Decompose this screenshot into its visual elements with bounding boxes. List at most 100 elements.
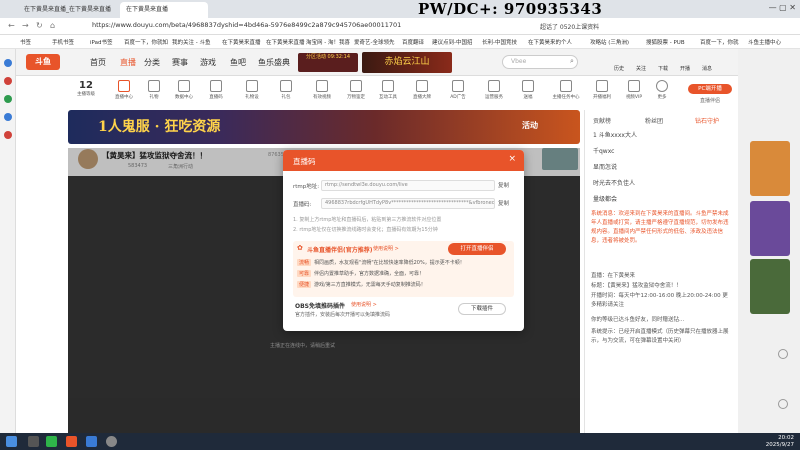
tool-stream-code[interactable]: 直播码 [198,78,234,100]
level-badge[interactable]: 12 主播等级 [68,78,104,97]
header-download[interactable]: 下载 [658,65,668,72]
bookmark[interactable]: 百度翻译 [402,38,424,46]
bookmark[interactable]: 百度一下，你就 [700,38,739,46]
nav-fishbar[interactable]: 鱼吧 [230,57,246,68]
tool-interact[interactable]: 互动工具 [370,78,406,100]
nav-games[interactable]: 游戏 [200,57,216,68]
system-clock[interactable]: 20:02 2025/9/27 [766,435,794,449]
sidebar-app-icon[interactable] [4,95,12,103]
tool-package[interactable]: 礼包 [268,78,304,100]
browser-tab-active[interactable]: 在下黄昊来直播 [120,2,208,18]
back-icon[interactable]: ← [8,21,15,30]
bookmark[interactable]: 斗鱼主播中心 [748,38,781,46]
bookmark[interactable]: 建议点到-中国招 [432,38,473,46]
header-golive[interactable]: 开播 [680,65,690,72]
forward-icon[interactable]: → [22,21,29,30]
url-input[interactable]: https://www.douyu.com/beta/4968837dyshid… [92,21,401,29]
rank-row[interactable]: 千qwxc [593,146,614,155]
rank-row[interactable]: 1 斗鱼xxxx大人 [593,130,637,139]
nav-home[interactable]: 首页 [90,57,106,68]
tab-fans[interactable]: 粉丝团 [645,116,663,125]
obs-help-link[interactable]: 使用说明 > [351,301,377,308]
download-plugin-button[interactable]: 下载插件 [458,303,506,315]
douyu-app-icon[interactable] [66,436,77,447]
nav-events[interactable]: 赛事 [172,57,188,68]
tool-appraise[interactable]: 万物鉴定 [338,78,374,100]
side-promo[interactable] [750,259,790,314]
tab-contribution[interactable]: 贡献榜 [593,116,611,125]
header-follow[interactable]: 关注 [636,65,646,72]
rank-name: 时光去不负佳人 [593,180,636,187]
douyu-logo[interactable]: 斗鱼 [26,54,60,70]
scroll-top-icon[interactable] [778,399,788,409]
open-companion-button[interactable]: 打开直播伴侣 [448,243,506,255]
rank-row[interactable]: 时光去不负佳人 [593,178,635,187]
search-icon[interactable]: ⌕ [570,57,574,66]
event-banner[interactable]: 1人鬼服 · 狂吃资源 活动 [68,110,580,144]
tool-ad[interactable]: AD广告 [440,78,476,100]
start-icon[interactable] [6,436,17,447]
sidebar-app-icon[interactable] [4,77,12,85]
bookmark[interactable]: 搜狐股票 - PUB [646,38,685,46]
stream-code-input[interactable]: 4968837rbdcrfgUHTdyP8v******************… [321,198,495,209]
refresh-icon[interactable]: ↻ [36,21,43,30]
bookmark[interactable]: 在下黄昊来直播 [222,38,261,46]
pc-live-button[interactable]: PC端开播 [688,84,732,94]
search-input[interactable]: Vbee [502,55,578,69]
bookmark[interactable]: iPad书签 [90,38,112,46]
header-history[interactable]: 历史 [614,65,624,72]
sidebar-app-icon[interactable] [4,113,12,121]
companion-help-link[interactable]: 使用说明 > [373,245,399,252]
tool-bless[interactable]: 送福 [510,78,546,100]
nav-category[interactable]: 分类 [144,57,160,68]
copy-code-button[interactable]: 复制 [498,199,509,207]
window-controls[interactable]: — ▢ ✕ [769,3,796,12]
tab-label: 在下黄昊来直播_在下黄昊来直播 [24,6,112,13]
gift-icon [148,80,160,92]
copy-rtmp-button[interactable]: 复制 [498,181,509,189]
settings-icon[interactable] [778,349,788,359]
companion-label[interactable]: 直播伴侣 [700,97,720,104]
side-promo[interactable] [750,201,790,256]
tool-gift-settings[interactable]: 礼物设 [234,78,270,100]
tool-valid-video[interactable]: 有效视频 [304,78,340,100]
tool-label: 主播任务中心 [552,95,580,100]
sidebar-app-icon[interactable] [4,59,12,67]
bookmark[interactable]: 手机书签 [52,38,74,46]
right-tab-label[interactable]: 超话了 0520上课资料 [540,22,599,31]
tab-diamond[interactable]: 钻石守护 [695,116,719,125]
header-messages[interactable]: 消息 [702,65,712,72]
bookmark[interactable]: 书签 [20,38,31,46]
tool-tasks[interactable]: 主播任务中心 [548,78,584,100]
bookmark[interactable]: 爱奇艺-全球领先 [354,38,395,46]
bookmark[interactable]: 在下黄昊来直播 [266,38,305,46]
chat-room-line: 直播：在下黄昊来 [591,273,636,279]
home-icon[interactable]: ⌂ [50,21,55,30]
bookmark[interactable]: 攻略站 (三角洲) [590,38,629,46]
obs-app-icon[interactable] [106,436,117,447]
taskview-icon[interactable] [28,436,39,447]
app-icon[interactable] [46,436,57,447]
header-promo-banner[interactable]: 赤焰云江山 [362,52,452,73]
tool-bigcard[interactable]: 直播大牌 [404,78,440,100]
nav-gala[interactable]: 鱼乐盛典 [258,57,290,68]
rank-row[interactable]: 量级都会 [593,194,617,203]
rtmp-input[interactable]: rtmp://sendtwl3e.douyu.com/live [321,180,495,191]
rank-row[interactable]: 显而怎说 [593,162,617,171]
browser-tab[interactable]: 在下黄昊来直播_在下黄昊来直播 [18,2,118,18]
tool-more[interactable]: 更多 [644,78,680,100]
nav-live[interactable]: 直播 [120,57,136,68]
tool-welfare[interactable]: 开播福利 [584,78,620,100]
event-countdown[interactable]: 分区活动 09:32:14 [298,53,358,72]
tool-data-center[interactable]: 数据中心 [166,78,202,100]
bookmark[interactable]: 在下黄昊来的个人 [528,38,572,46]
bookmark[interactable]: 百度一下，你就知 [124,38,168,46]
bookmark[interactable]: 淘宝网 - 淘！我喜 [306,38,350,46]
bookmark[interactable]: 长利-中国竞技 [482,38,517,46]
sidebar-app-icon[interactable] [4,131,12,139]
side-promo[interactable] [750,141,790,196]
browser-app-icon[interactable] [86,436,97,447]
close-icon[interactable]: × [508,154,516,164]
tool-ops[interactable]: 运营服务 [476,78,512,100]
bookmark[interactable]: 我的关注 - 斗鱼 [172,38,210,46]
